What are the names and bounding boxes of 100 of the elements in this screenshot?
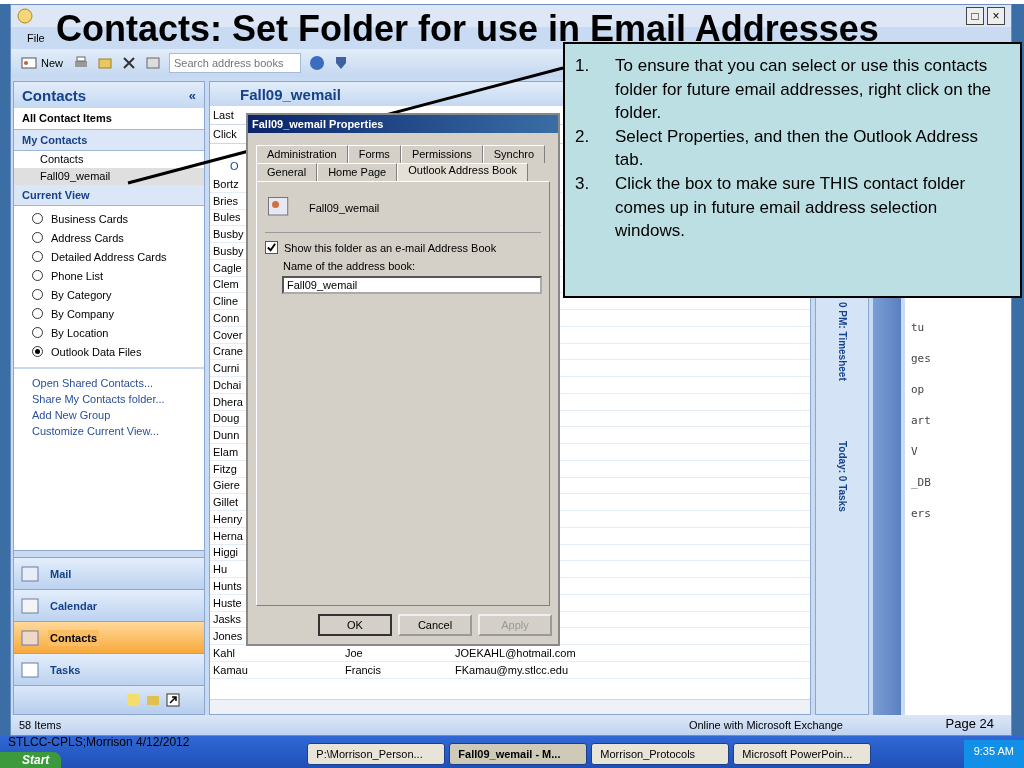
- table-cell: Elam: [213, 445, 239, 458]
- tab[interactable]: General: [256, 163, 318, 181]
- table-cell: Bules: [213, 211, 241, 224]
- table-cell: Jones: [213, 630, 243, 643]
- step-number: 1.: [575, 55, 591, 77]
- table-cell: Busby: [213, 228, 244, 241]
- address-book-name-field[interactable]: Fall09_wemail: [282, 276, 542, 294]
- window-text: ges: [911, 352, 931, 365]
- calendar-icon[interactable]: [20, 595, 40, 616]
- table-cell: Herna: [213, 529, 243, 542]
- app-icon: [17, 8, 33, 24]
- table-cell: Crane: [213, 345, 243, 358]
- clock: 9:35 AM: [973, 745, 1014, 757]
- table-cell: Jasks: [213, 613, 242, 626]
- table-cell: Hu: [213, 563, 228, 576]
- new-item-hint[interactable]: Click: [213, 128, 237, 140]
- view-option[interactable]: Detailed Address Cards: [51, 250, 167, 263]
- folder-item[interactable]: Contacts: [14, 151, 204, 168]
- step-text: Select Properties, and then the Outlook Address tab.: [615, 125, 979, 172]
- search-field[interactable]: Search address books: [169, 53, 301, 73]
- start-button[interactable]: Start: [0, 752, 62, 768]
- nav-button[interactable]: Tasks: [48, 661, 83, 678]
- tab[interactable]: Forms: [347, 145, 401, 163]
- tab[interactable]: Administration: [256, 145, 348, 163]
- page-number: Page 24: [945, 716, 994, 731]
- view-option[interactable]: By Category: [51, 288, 112, 301]
- dialog-title: Fall09_wemail Properties: [252, 118, 384, 130]
- table-cell: Busby: [213, 244, 244, 257]
- table-cell: Conn: [213, 311, 240, 324]
- table-cell: Dhera: [213, 395, 243, 408]
- view-option[interactable]: Phone List: [51, 269, 103, 282]
- step-text: Click the box to make sure THIS contact folder comes up in future email address selection windows.: [615, 172, 967, 243]
- todo-item[interactable]: 0 PM: Timesheet: [836, 302, 848, 381]
- task-link[interactable]: Share My Contacts folder...: [32, 393, 165, 405]
- taskbar-button[interactable]: Morrison_Protocols: [591, 743, 730, 765]
- table-cell: Henry: [213, 512, 243, 525]
- collapse-button[interactable]: «: [188, 87, 196, 103]
- table-cell: Gillet: [213, 496, 239, 509]
- window-button[interactable]: □: [966, 7, 984, 25]
- taskbar-button[interactable]: Microsoft PowerPoin...: [733, 743, 872, 765]
- table-cell: Bortz: [213, 177, 239, 190]
- column-header[interactable]: Last: [213, 109, 234, 121]
- table-cell: Cover: [213, 328, 243, 341]
- view-option[interactable]: By Location: [51, 326, 109, 339]
- checkbox-label[interactable]: Show this folder as an e-mail Address Book: [284, 241, 497, 254]
- window-text: V: [911, 445, 918, 458]
- menu-item[interactable]: File: [27, 32, 45, 44]
- table-cell: Giere: [213, 479, 240, 492]
- task-link[interactable]: Customize Current View...: [32, 425, 159, 437]
- step-number: 2.: [575, 125, 591, 148]
- group-header[interactable]: O: [230, 160, 239, 172]
- slide-title: Contacts: Set Folder for use in Email Addresses: [56, 8, 879, 50]
- view-option[interactable]: Business Cards: [51, 212, 129, 225]
- tab[interactable]: Outlook Address Book: [397, 163, 529, 181]
- checkbox[interactable]: [265, 241, 278, 254]
- horizontal-scrollbar[interactable]: [210, 699, 810, 715]
- window-text: _DB: [911, 476, 931, 489]
- dialog-button[interactable]: Cancel: [398, 614, 472, 636]
- task-link[interactable]: Open Shared Contacts...: [32, 377, 154, 389]
- view-option[interactable]: Outlook Data Files: [51, 345, 142, 358]
- section-title: Current View: [22, 189, 90, 201]
- shortcut-icon[interactable]: [166, 693, 180, 708]
- table-cell: Curni: [213, 362, 240, 375]
- delete-icon[interactable]: [121, 55, 137, 71]
- shield-icon[interactable]: [333, 55, 349, 71]
- todo-item[interactable]: Today: 0 Tasks: [836, 440, 848, 512]
- slide-footer: STLCC-CPLS;Morrison 4/12/2012: [8, 735, 190, 749]
- table-cell: Cagle: [213, 261, 242, 274]
- table-cell: Kamau: [213, 663, 248, 676]
- taskbar-button[interactable]: P:\Morrison_Person...: [307, 743, 446, 765]
- folder-name: Fall09_wemail: [309, 202, 380, 214]
- table-cell: Dchai: [213, 378, 242, 391]
- view-option[interactable]: By Company: [51, 307, 114, 320]
- window-text: ers: [911, 507, 931, 520]
- nav-button[interactable]: Contacts: [48, 629, 100, 646]
- item-count: 58 Items: [19, 719, 62, 732]
- view-option[interactable]: Address Cards: [51, 231, 124, 244]
- new-button[interactable]: New: [39, 55, 65, 71]
- table-cell: Francis: [345, 663, 382, 676]
- folder-item[interactable]: Fall09_wemail: [14, 168, 204, 185]
- window-text: art: [911, 414, 931, 427]
- taskbar-button[interactable]: Fall09_wemail - M...: [449, 743, 588, 765]
- window-text: op: [911, 383, 925, 396]
- table-cell: Fitzg: [213, 462, 237, 475]
- section-title: My Contacts: [22, 134, 88, 146]
- window-button[interactable]: ×: [987, 7, 1005, 25]
- task-link[interactable]: Add New Group: [32, 409, 111, 421]
- step-text: To ensure that you can select or use this contacts folder for future email addresses, right click on the folder.: [615, 55, 993, 125]
- table-cell: Cline: [213, 295, 239, 308]
- checklist-icon[interactable]: [20, 659, 40, 680]
- pane-title: Contacts: [22, 86, 87, 104]
- field-label: Name of the address book:: [283, 260, 416, 272]
- nav-button[interactable]: Calendar: [48, 597, 100, 614]
- table-cell: Higgi: [213, 546, 239, 559]
- contact-card-icon[interactable]: [21, 55, 37, 71]
- dialog-button[interactable]: OK: [318, 614, 392, 636]
- table-cell: Joe: [345, 646, 363, 659]
- window-text: tu: [911, 321, 925, 334]
- table-cell: Kahl: [213, 646, 236, 659]
- nav-button[interactable]: Mail: [48, 565, 74, 582]
